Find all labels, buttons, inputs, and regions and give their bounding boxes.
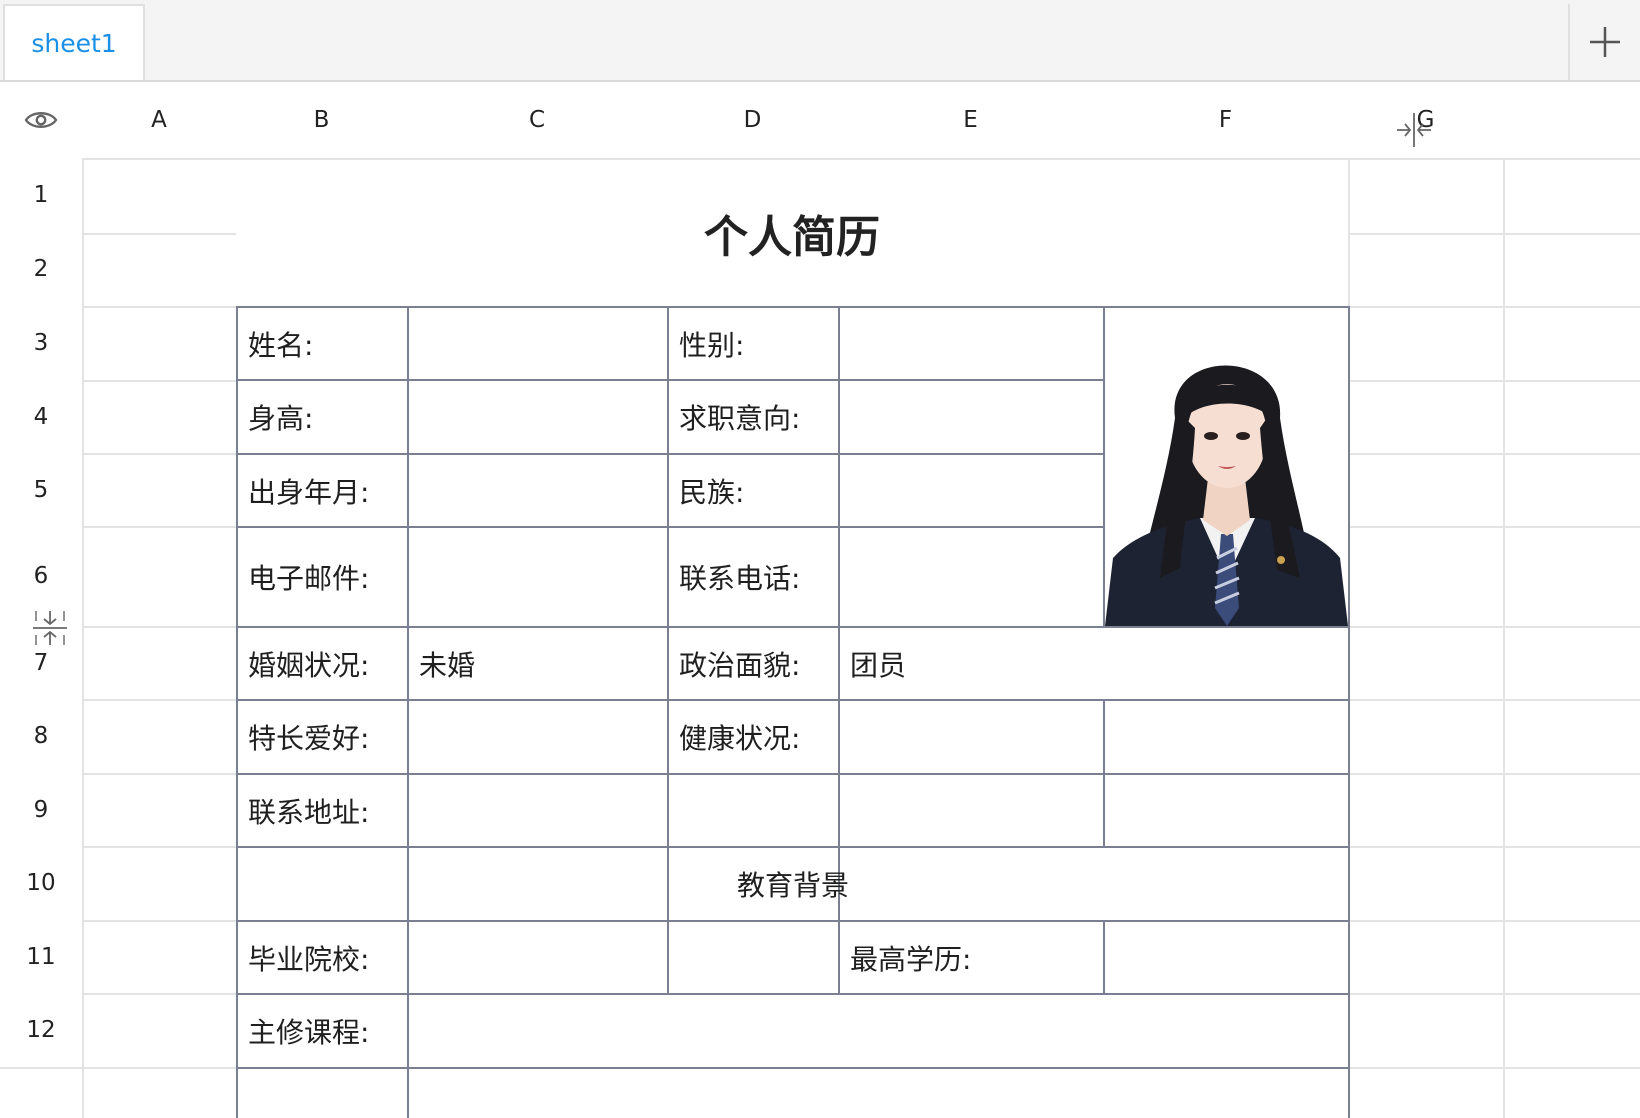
cell-e9[interactable]	[840, 775, 1103, 846]
resume-title[interactable]: 个人简历	[236, 160, 1348, 306]
column-header-d[interactable]: D	[667, 82, 840, 160]
portrait-photo[interactable]	[1105, 308, 1348, 626]
collapse-columns-button[interactable]	[1394, 110, 1434, 150]
column-header-c[interactable]: C	[407, 82, 669, 160]
cell-d9[interactable]	[669, 775, 838, 846]
label-birth[interactable]: 出身年月:	[238, 455, 407, 526]
sheet-tab-bar: sheet1	[0, 0, 1640, 82]
value-name[interactable]	[409, 308, 667, 379]
row-header-9[interactable]: 9	[0, 773, 84, 848]
collapse-rows-button[interactable]	[30, 608, 70, 648]
column-header-extra[interactable]	[1503, 82, 1640, 160]
value-job-intention[interactable]	[840, 381, 1103, 453]
cell-d11[interactable]	[669, 922, 838, 993]
label-phone[interactable]: 联系电话:	[669, 528, 838, 626]
row-header-8[interactable]: 8	[0, 699, 84, 775]
label-address[interactable]: 联系地址:	[238, 775, 407, 846]
column-header-f[interactable]: F	[1103, 82, 1350, 160]
label-gender[interactable]: 性别:	[669, 308, 838, 379]
row-header-12[interactable]: 12	[0, 993, 84, 1069]
value-address[interactable]	[409, 775, 667, 846]
row-header-5[interactable]: 5	[0, 453, 84, 528]
value-gender[interactable]	[840, 308, 1103, 379]
label-name[interactable]: 姓名:	[238, 308, 407, 379]
value-courses[interactable]	[409, 995, 1348, 1067]
value-hobbies[interactable]	[409, 701, 667, 773]
row-header-10[interactable]: 10	[0, 846, 84, 922]
collapse-columns-icon	[1397, 113, 1431, 147]
sheet-tab-sheet1[interactable]: sheet1	[3, 4, 145, 80]
row-header-11[interactable]: 11	[0, 920, 84, 995]
value-ethnicity[interactable]	[840, 455, 1103, 526]
value-email[interactable]	[409, 528, 667, 626]
label-job-intention[interactable]: 求职意向:	[669, 381, 838, 453]
value-height[interactable]	[409, 381, 667, 453]
plus-icon	[1590, 27, 1620, 57]
spreadsheet-grid: A B C D E F G 1 2 3 4 5 6 7 8 9 10 11 12…	[0, 82, 1640, 1118]
label-health[interactable]: 健康状况:	[669, 701, 838, 773]
row-header-2[interactable]: 2	[0, 231, 84, 308]
value-school[interactable]	[409, 922, 667, 993]
value-phone[interactable]	[840, 528, 1103, 626]
row-header-1[interactable]: 1	[0, 158, 84, 233]
cell-f8[interactable]	[1105, 701, 1348, 773]
label-courses[interactable]: 主修课程:	[238, 995, 407, 1067]
value-political[interactable]: 团员	[840, 628, 1348, 699]
cell-f9[interactable]	[1105, 775, 1348, 846]
label-email[interactable]: 电子邮件:	[238, 528, 407, 626]
label-school[interactable]: 毕业院校:	[238, 922, 407, 993]
add-sheet-button[interactable]	[1568, 4, 1640, 80]
row-header-4[interactable]: 4	[0, 380, 84, 455]
label-degree[interactable]: 最高学历:	[840, 922, 1103, 993]
eye-icon	[24, 112, 58, 128]
label-ethnicity[interactable]: 民族:	[669, 455, 838, 526]
row-header-3[interactable]: 3	[0, 306, 84, 382]
label-hobbies[interactable]: 特长爱好:	[238, 701, 407, 773]
value-marital[interactable]: 未婚	[409, 628, 667, 699]
collapse-rows-icon	[33, 611, 67, 645]
column-header-a[interactable]: A	[82, 82, 238, 160]
section-education[interactable]: 教育背景	[238, 848, 1348, 920]
column-header-b[interactable]: B	[236, 82, 409, 160]
corner-visibility-toggle[interactable]	[0, 82, 84, 160]
label-political[interactable]: 政治面貌:	[669, 628, 838, 699]
value-birth[interactable]	[409, 455, 667, 526]
label-height[interactable]: 身高:	[238, 381, 407, 453]
value-degree[interactable]	[1105, 922, 1348, 993]
value-health[interactable]	[840, 701, 1103, 773]
column-header-e[interactable]: E	[838, 82, 1105, 160]
label-marital[interactable]: 婚姻状况:	[238, 628, 407, 699]
